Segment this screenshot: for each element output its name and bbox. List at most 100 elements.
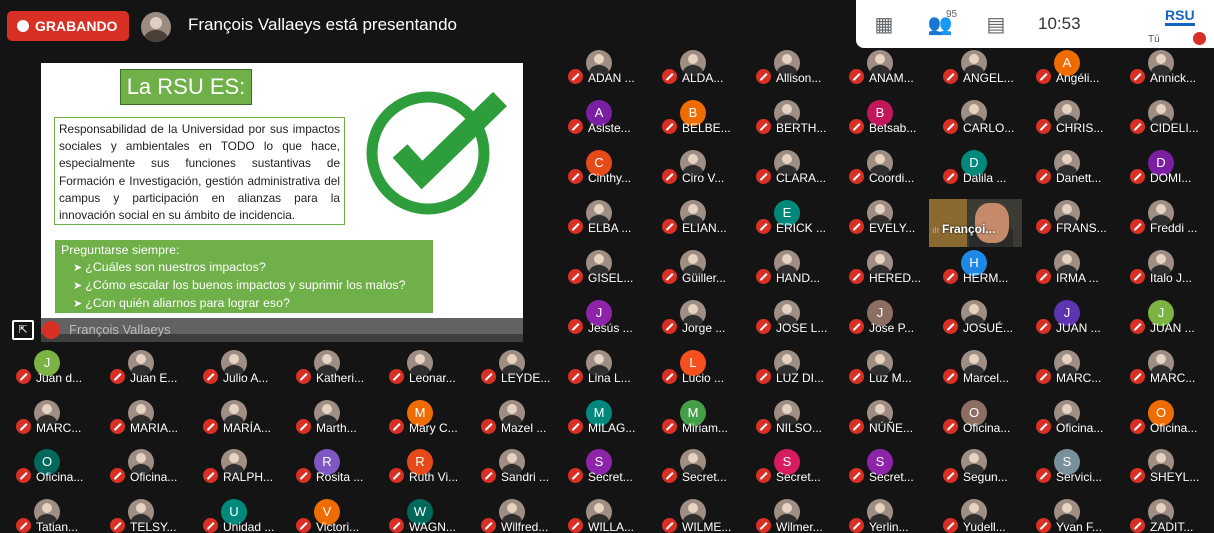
participant-tile[interactable]: WILME... [656,498,748,533]
chat-icon[interactable]: ▤ [968,0,1024,48]
participant-tile[interactable]: S Secret... [843,448,935,485]
participant-tile[interactable]: MARC... [1124,349,1214,386]
participant-tile[interactable]: JOSUÉ... [937,299,1029,336]
participant-tile[interactable]: GISEL... [562,249,654,286]
participant-tile[interactable]: Sandri ... [475,448,567,485]
participant-tile[interactable]: BERTH... [750,99,842,136]
participant-tile[interactable]: IRMA ... [1030,249,1122,286]
participant-tile[interactable]: J Juan d... [10,349,102,386]
participant-tile[interactable]: ELIAN... [656,199,748,236]
participant-tile[interactable]: Oficina... [104,448,196,485]
participant-tile[interactable]: Tatian... [10,498,102,533]
participant-tile[interactable]: MARIA... [104,399,196,436]
participant-tile[interactable]: Katheri... [290,349,382,386]
participant-tile[interactable]: Freddi ... [1124,199,1214,236]
participant-tile[interactable]: EVELY... [843,199,935,236]
participant-tile[interactable]: A Angéli... [1030,49,1122,86]
participant-tile[interactable]: LUZ DI... [750,349,842,386]
participant-tile[interactable]: ALDA... [656,49,748,86]
participant-tile[interactable]: J Jesús ... [562,299,654,336]
participant-tile[interactable]: B BELBE... [656,99,748,136]
participant-tile[interactable]: ZADIT... [1124,498,1214,533]
participant-tile[interactable]: Ciro V... [656,149,748,186]
participant-tile[interactable]: CIDELI... [1124,99,1214,136]
participant-tile[interactable]: U Unidad ... [197,498,289,533]
participant-tile[interactable]: J JUAN ... [1124,299,1214,336]
participant-tile[interactable]: Oficina... [1030,399,1122,436]
participant-tile[interactable]: B Betsab... [843,99,935,136]
participant-tile[interactable]: J JUAN ... [1030,299,1122,336]
participant-tile[interactable]: Marth... [290,399,382,436]
participant-tile[interactable]: TELSY... [104,498,196,533]
participant-tile[interactable]: R Ruth Vi... [383,448,475,485]
participant-tile[interactable]: LEYDE... [475,349,567,386]
participant-tile[interactable]: O Oficina... [937,399,1029,436]
participant-tile[interactable]: Yudell... [937,498,1029,533]
participant-tile[interactable]: ANGEL... [937,49,1029,86]
participant-tile[interactable]: HERED... [843,249,935,286]
participant-tile[interactable]: Luz M... [843,349,935,386]
participant-tile[interactable]: Leonar... [383,349,475,386]
participant-tile[interactable]: FRANS... [1030,199,1122,236]
participant-tile[interactable]: Secret... [656,448,748,485]
self-tile[interactable]: RSU Tú [1146,4,1206,46]
participant-tile[interactable]: R Rosita ... [290,448,382,485]
participant-tile[interactable]: S Secret... [750,448,842,485]
participant-tile[interactable]: CLARA... [750,149,842,186]
participant-tile[interactable]: M Miriam... [656,399,748,436]
participant-tile[interactable]: Allison... [750,49,842,86]
participant-tile[interactable]: Juan E... [104,349,196,386]
participant-tile[interactable]: ELBA ... [562,199,654,236]
participant-tile[interactable]: Coordi... [843,149,935,186]
participant-tile[interactable]: J Jose P... [843,299,935,336]
participant-tile[interactable]: JOSE L... [750,299,842,336]
participant-tile[interactable]: ADAN ... [562,49,654,86]
participant-tile[interactable]: MARÍA... [197,399,289,436]
participants-icon[interactable]: 👥 95 [912,0,968,48]
participant-tile[interactable]: W WAGN... [383,498,475,533]
participant-tile[interactable]: Jorge ... [656,299,748,336]
grid-layout-icon[interactable]: ▦ [856,0,912,48]
participant-tile[interactable]: Segun... [937,448,1029,485]
participant-tile[interactable]: MARC... [1030,349,1122,386]
participant-tile[interactable]: E ERICK ... [750,199,842,236]
participant-tile[interactable]: Lina L... [562,349,654,386]
participant-tile[interactable]: RALPH... [197,448,289,485]
participant-tile[interactable]: H HERM... [937,249,1029,286]
participant-tile[interactable]: M Mary C... [383,399,475,436]
participant-tile[interactable]: Annick... [1124,49,1214,86]
participant-tile[interactable]: CARLO... [937,99,1029,136]
participant-tile[interactable]: SHEYL... [1124,448,1214,485]
participant-tile[interactable]: CHRIS... [1030,99,1122,136]
pop-out-icon[interactable]: ⇱ [12,320,34,340]
recording-badge[interactable]: GRABANDO [7,11,130,41]
active-video-tile[interactable]: ılı Françoi... [929,199,1022,247]
participant-tile[interactable]: S Secret... [562,448,654,485]
participant-tile[interactable]: Wilfred... [475,498,567,533]
participant-tile[interactable]: Yvan F... [1030,498,1122,533]
participant-tile[interactable]: L Lucio ... [656,349,748,386]
participant-tile[interactable]: V Victori... [290,498,382,533]
participant-tile[interactable]: Danett... [1030,149,1122,186]
participant-tile[interactable]: Marcel... [937,349,1029,386]
participant-tile[interactable]: WILLA... [562,498,654,533]
participant-tile[interactable]: HAND... [750,249,842,286]
participant-tile[interactable]: NÚÑE... [843,399,935,436]
participant-tile[interactable]: O Oficina... [1124,399,1214,436]
participant-tile[interactable]: S Servici... [1030,448,1122,485]
participant-tile[interactable]: NILSO... [750,399,842,436]
participant-tile[interactable]: C Cinthy... [562,149,654,186]
participant-tile[interactable]: D Dalila ... [937,149,1029,186]
participant-tile[interactable]: A Asiste... [562,99,654,136]
participant-tile[interactable]: Yerlin... [843,498,935,533]
participant-tile[interactable]: D DOMI... [1124,149,1214,186]
participant-tile[interactable]: O Oficina... [10,448,102,485]
participant-tile[interactable]: M MILAG... [562,399,654,436]
participant-tile[interactable]: Güiller... [656,249,748,286]
participant-tile[interactable]: MARC... [10,399,102,436]
participant-tile[interactable]: Julio A... [197,349,289,386]
participant-tile[interactable]: Mazel ... [475,399,567,436]
participant-tile[interactable]: ANAM... [843,49,935,86]
participant-tile[interactable]: Italo J... [1124,249,1214,286]
participant-tile[interactable]: Wilmer... [750,498,842,533]
